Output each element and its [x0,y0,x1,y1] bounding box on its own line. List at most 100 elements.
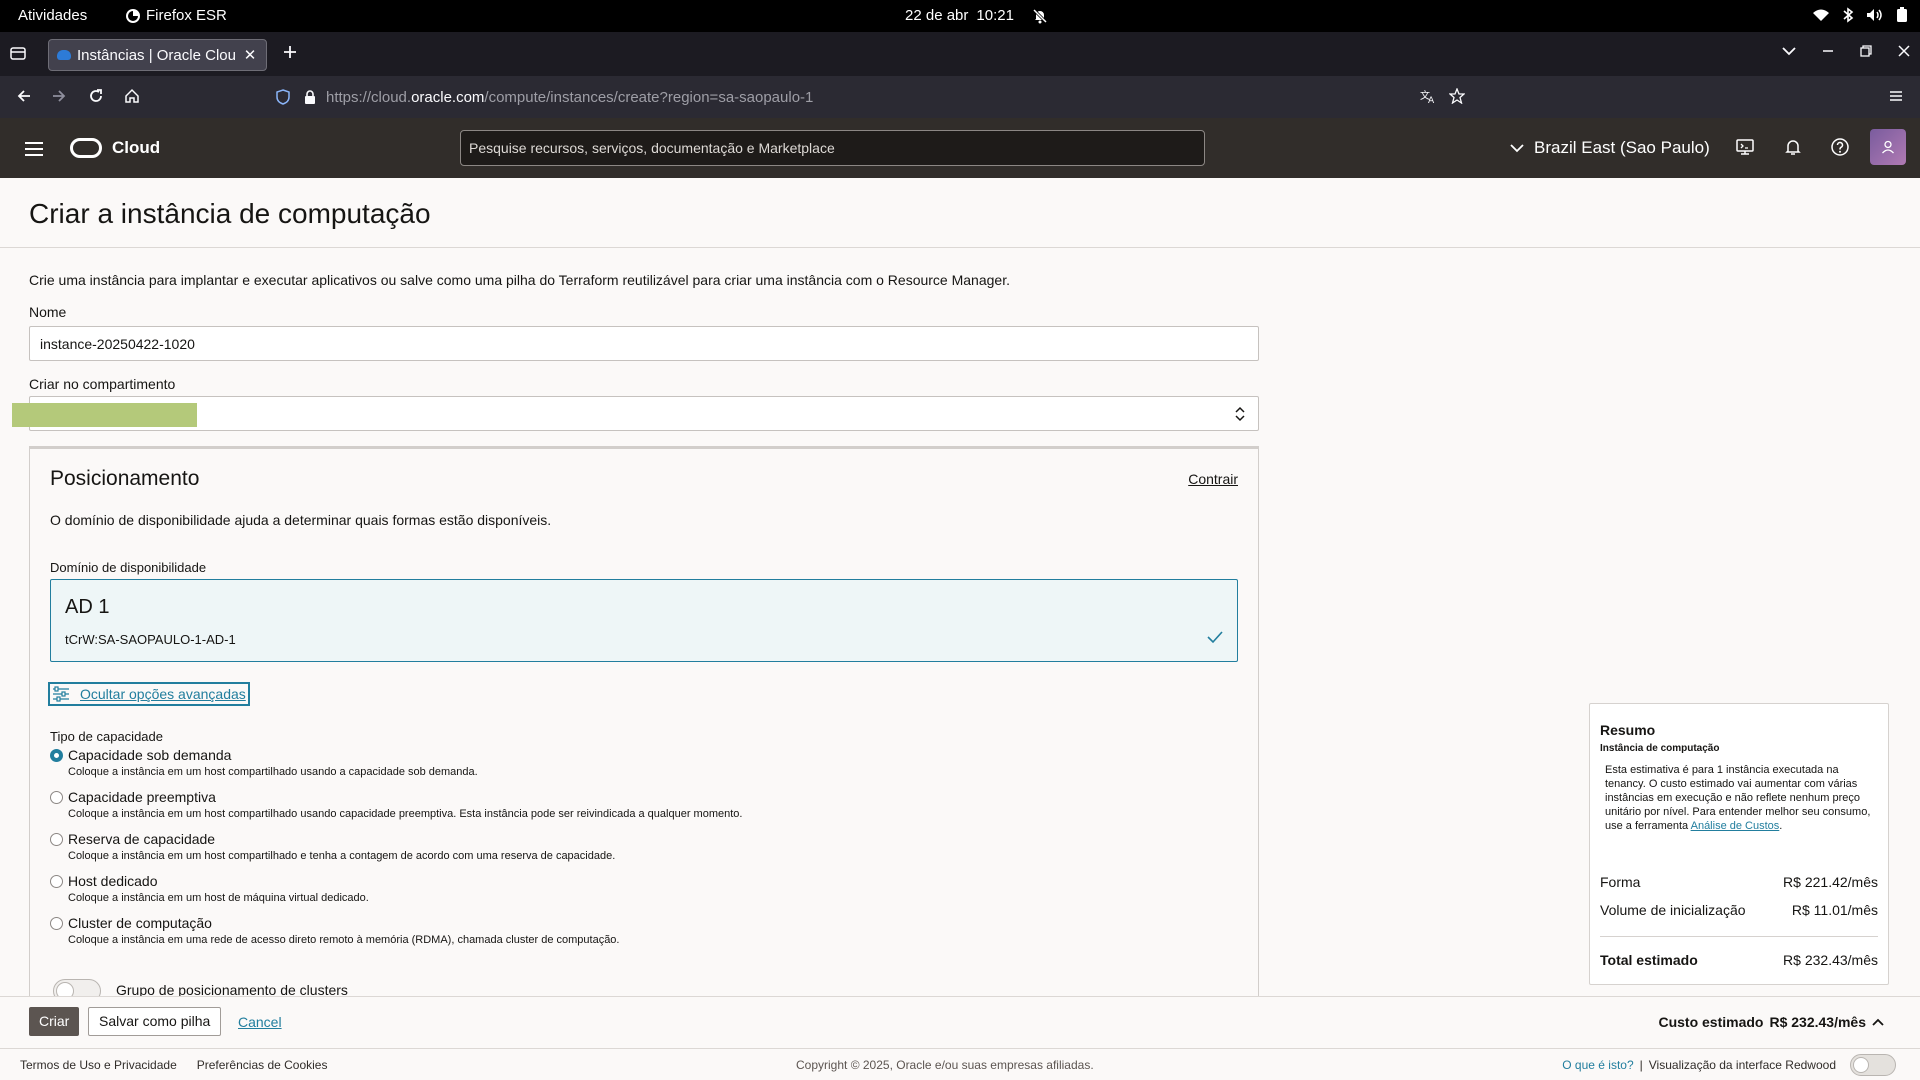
radio-title: Cluster de computação [68,915,212,931]
region-name: Brazil East (Sao Paulo) [1534,138,1710,157]
oracle-logo-icon [70,138,102,158]
translate-icon[interactable]: 文A [1420,88,1436,104]
user-avatar[interactable] [1870,129,1906,165]
estimated-cost-toggle[interactable]: Custo estimado R$ 232.43/mês [1658,1014,1884,1030]
radio-preemptible[interactable] [50,791,63,804]
navigation-menu-icon[interactable] [24,140,44,158]
placement-description: O domínio de disponibilidade ajuda a det… [50,512,552,528]
radio-reservation[interactable] [50,833,63,846]
cookie-preferences-link[interactable]: Preferências de Cookies [197,1058,328,1072]
redwood-preview-toggle[interactable] [1850,1054,1896,1076]
estimated-cost-value: R$ 232.43/mês [1769,1014,1866,1030]
system-tray[interactable] [1812,7,1908,23]
forward-icon[interactable] [51,88,67,104]
summary-subtitle: Instância de computação [1600,743,1720,754]
compartment-label: Criar no compartimento [29,376,176,392]
compartment-select[interactable] [29,396,1259,431]
placement-section: Posicionamento Contrair O domínio de dis… [29,446,1259,1006]
window-controls [1782,45,1910,57]
boot-volume-value: R$ 11.01/mês [1791,902,1878,918]
back-icon[interactable] [16,88,32,104]
oracle-cloud-logo[interactable]: Cloud [70,138,160,158]
cost-summary-panel: Resumo Instância de computação Esta esti… [1589,703,1889,985]
shape-label: Forma [1600,874,1641,890]
collapse-link[interactable]: Contrair [1188,471,1238,487]
total-value: R$ 232.43/mês [1783,952,1878,968]
cost-analysis-link[interactable]: Análise de Custos [1691,820,1780,832]
redwood-preview-control: O que é isto? | Visualização da interfac… [1562,1054,1896,1076]
tab-title: Instâncias | Oracle Cloud I [77,46,236,64]
footer-links: Termos de Uso e Privacidade Preferências… [20,1058,327,1072]
boot-volume-cost-row: Volume de inicialização R$ 11.01/mês [1600,902,1878,918]
availability-domain-label: Domínio de disponibilidade [50,560,207,575]
bluetooth-icon [1843,7,1854,23]
shape-cost-row: Forma R$ 221.42/mês [1600,874,1878,890]
user-profile-icon [1882,140,1894,154]
region-selector[interactable]: Brazil East (Sao Paulo) [1510,138,1710,158]
oracle-cloud-favicon-icon [57,50,71,60]
radio-description: Coloque a instância em um host compartil… [68,850,616,862]
console-search-input[interactable]: Pesquise recursos, serviços, documentaçã… [460,130,1205,166]
footer-separator: | [1639,1058,1643,1072]
address-bar[interactable]: https://cloud.oracle.com/compute/instanc… [270,81,1470,113]
save-as-stack-button[interactable]: Salvar como pilha [88,1007,222,1036]
oci-console-header: Cloud Pesquise recursos, serviços, docum… [0,118,1920,178]
new-tab-icon[interactable] [282,44,298,60]
hide-advanced-options-link[interactable]: Ocultar opções avançadas [48,682,250,706]
what-is-this-link[interactable]: O que é isto? [1562,1058,1633,1072]
app-menu-icon[interactable] [1888,88,1904,104]
redwood-label: Visualização da interface Redwood [1648,1058,1836,1072]
name-label: Nome [29,304,67,320]
availability-domain-card[interactable]: AD 1 tCrW:SA-SAOPAULO-1-AD-1 [50,579,1238,662]
browser-tab-active[interactable]: Instâncias | Oracle Cloud I ✕ [48,39,267,71]
help-icon[interactable] [1831,138,1849,156]
reload-icon[interactable] [88,88,104,104]
url-text: https://cloud.oracle.com/compute/instanc… [326,89,813,106]
chevron-up-icon [1872,1018,1884,1026]
tab-close-icon[interactable]: ✕ [242,46,258,64]
minimize-icon[interactable] [1822,45,1834,57]
cancel-link[interactable]: Cancel [238,1014,282,1030]
home-icon[interactable] [124,88,140,104]
total-cost-row: Total estimado R$ 232.43/mês [1600,952,1878,968]
radio-description: Coloque a instância em um host de máquin… [68,892,369,904]
sliders-icon [53,686,69,702]
boot-volume-label: Volume de inicialização [1600,902,1746,918]
select-arrows-icon [1235,406,1245,422]
capacity-type-label: Tipo de capacidade [50,729,163,744]
radio-dedicated-host[interactable] [50,875,63,888]
url-path: /compute/instances/create?region=sa-saop… [484,88,814,106]
tracking-protection-shield-icon[interactable] [276,89,290,105]
radio-description: Coloque a instância em um host compartil… [68,766,478,778]
advanced-options-label: Ocultar opções avançadas [80,686,246,702]
terms-link[interactable]: Termos de Uso e Privacidade [20,1058,177,1072]
placement-title: Posicionamento [50,467,200,490]
ad-name: AD 1 [65,596,110,618]
chevron-down-icon [1510,144,1524,153]
activities-button[interactable]: Atividades [18,7,87,24]
clock[interactable]: 22 de abr 10:21 [905,7,1014,24]
instance-name-input[interactable]: instance-20250422-1020 [29,326,1259,361]
page-title-bar: Criar a instância de computação [0,178,1920,248]
radio-title: Capacidade sob demanda [68,747,232,763]
radio-on-demand[interactable] [50,749,63,762]
restore-icon[interactable] [1860,45,1872,57]
page-footer: Termos de Uso e Privacidade Preferências… [0,1048,1920,1080]
app-menu[interactable]: Firefox ESR [126,7,227,24]
copyright-text: Copyright © 2025, Oracle e/ou suas empre… [796,1058,1094,1072]
battery-icon [1897,7,1907,22]
shape-value: R$ 221.42/mês [1783,874,1878,890]
lock-icon[interactable] [304,89,316,105]
radio-compute-cluster[interactable] [50,917,63,930]
create-button[interactable]: Criar [29,1007,80,1036]
system-top-bar: Atividades Firefox ESR 22 de abr 10:21 [0,0,1920,32]
notifications-bell-icon[interactable] [1784,138,1802,156]
radio-title: Capacidade preemptiva [68,789,216,805]
checkmark-icon [1207,631,1223,644]
list-all-tabs-chevron-icon[interactable] [1782,46,1796,56]
close-window-icon[interactable] [1898,45,1910,57]
bookmark-star-icon[interactable] [1449,88,1465,104]
url-domain: oracle.com [411,88,485,106]
cloud-shell-icon[interactable] [1736,138,1754,156]
tab-list-icon[interactable] [10,45,26,61]
